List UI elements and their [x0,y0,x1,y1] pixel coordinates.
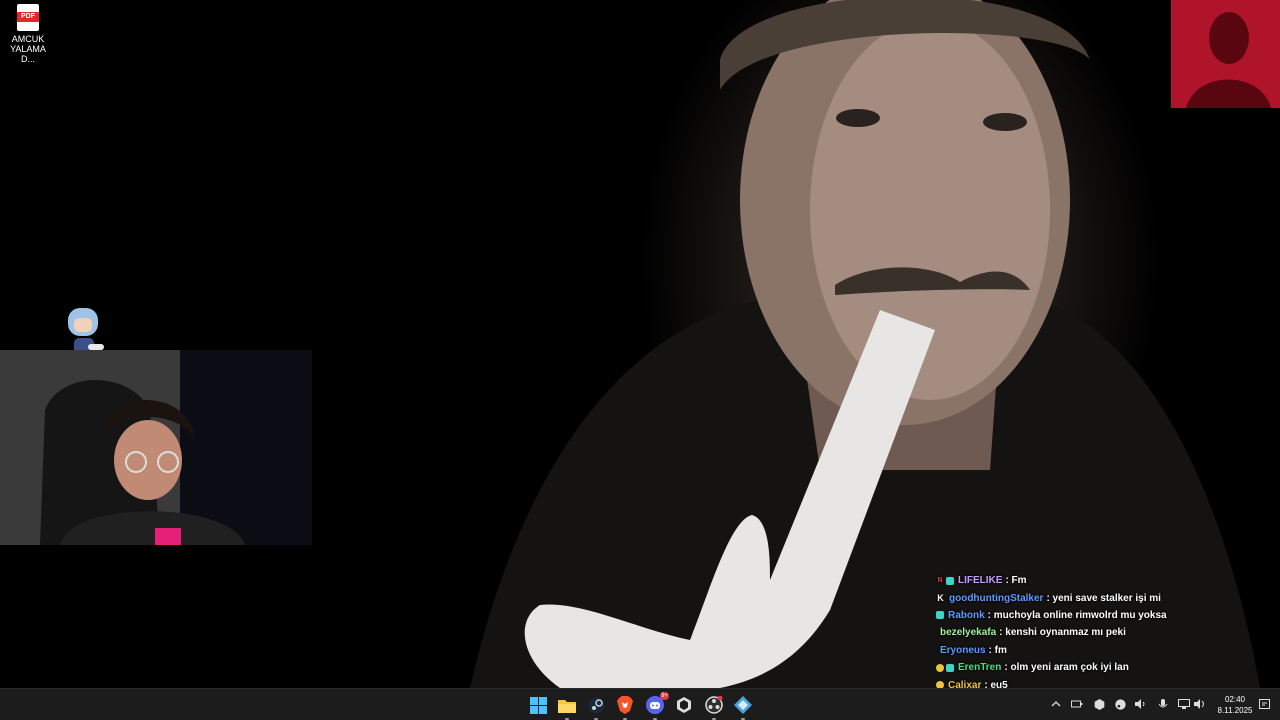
chat-username: ErenTren [958,662,1002,674]
chevron-up-icon[interactable] [1050,699,1062,711]
badge-icon [946,576,954,585]
pdf-file-icon: PDF [17,4,39,31]
start-icon[interactable] [528,695,548,715]
clock-time: 02:40 [1224,695,1246,704]
chat-username: bezelyekafa [940,627,997,639]
taskbar: 9+ 02:40 8.11.2025 [0,688,1280,720]
chat-text: : olm yeni aram çok iyi lan [1004,662,1129,674]
discord-notification-badge: 9+ [660,692,669,700]
network-icon[interactable] [1178,699,1190,711]
webcam-overlay [0,350,312,545]
unity-tray-icon[interactable] [1093,699,1105,711]
badge-icon: N [937,576,943,584]
battery-icon[interactable] [1071,699,1083,711]
chat-text: : yeni save stalker işi mi [1046,592,1161,604]
chat-text: : Fm [1005,575,1027,587]
steam-icon[interactable] [586,695,606,720]
notification-icon[interactable] [1258,699,1270,711]
microphone-icon[interactable] [1157,699,1169,711]
corner-avatar-image [1171,0,1280,108]
chat-text: : muchoyla online rimwolrd mu yoksa [987,609,1167,621]
chat-message: Eryoneus : fm [936,642,1276,659]
chat-message: N LIFELIKE : Fm [936,572,1276,589]
discord-icon[interactable]: 9+ [645,692,669,720]
file-explorer-icon[interactable] [557,695,577,720]
steam-tray-icon[interactable] [1114,699,1126,711]
speaker-icon[interactable] [1194,699,1206,711]
chat-username: LIFELIKE [958,575,1003,587]
badge-icon [946,663,954,672]
chat-message: bezelyekafa : kenshi oynanmaz mı peki [936,624,1276,641]
brave-icon[interactable] [615,695,635,720]
chat-message: ErenTren : olm yeni aram çok iyi lan [936,659,1276,676]
chat-text: : fm [988,644,1007,656]
volume-icon[interactable] [1135,699,1147,711]
badge-icon: K [937,593,944,604]
chat-username: Rabonk [948,609,985,621]
chat-username: goodhuntingStalker [949,592,1044,604]
app-icon[interactable] [733,695,753,720]
stream-chat: N LIFELIKE : Fm K goodhuntingStalker : y… [936,572,1276,694]
chat-message: K goodhuntingStalker : yeni save stalker… [936,589,1276,606]
desktop-icon-label: AMCUK YALAMA D... [10,34,46,64]
clock-date: 8.11.2025 [1217,706,1253,715]
chat-username: Eryoneus [940,644,986,656]
chat-message: Rabonk : muchoyla online rimwolrd mu yok… [936,607,1276,624]
obs-icon[interactable] [704,695,724,720]
chat-text: : kenshi oynanmaz mı peki [999,627,1126,639]
desktop-icon-pdf[interactable]: PDF AMCUK YALAMA D... [4,4,52,64]
badge-icon [936,663,944,672]
badge-icon [936,611,944,620]
unity-icon[interactable] [674,695,694,715]
system-clock[interactable]: 02:40 8.11.2025 [1214,694,1256,716]
